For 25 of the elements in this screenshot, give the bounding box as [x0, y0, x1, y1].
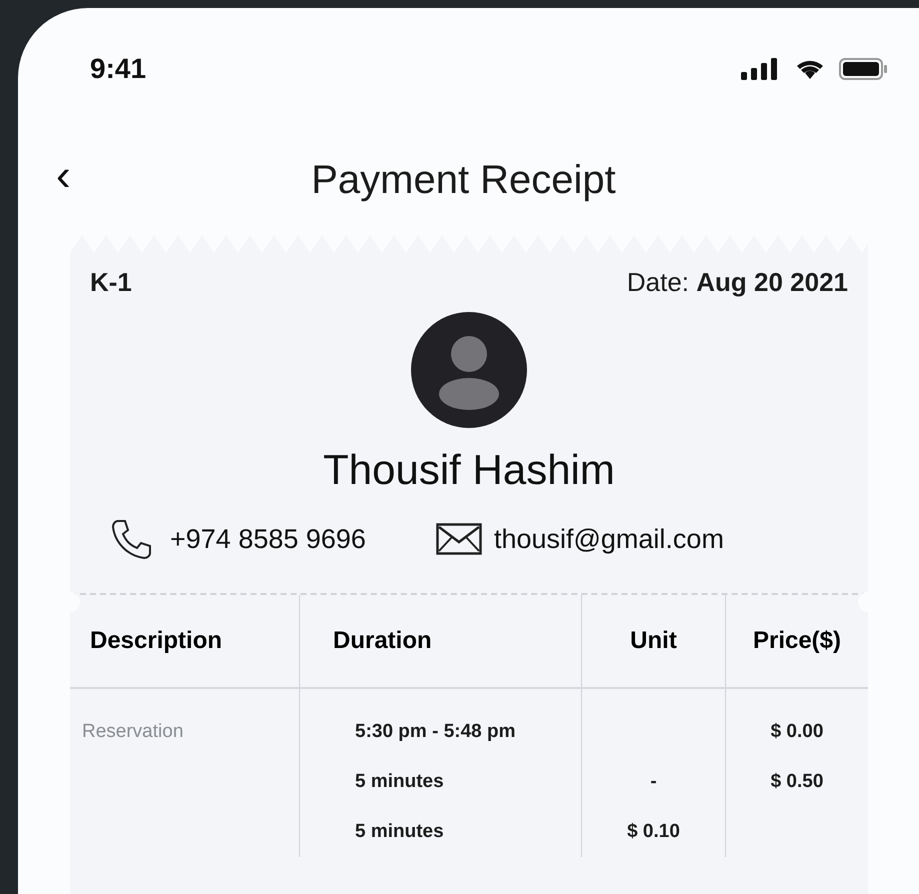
battery-icon	[839, 58, 889, 80]
status-time: 9:41	[90, 52, 146, 86]
page-title: Payment Receipt	[311, 157, 616, 204]
table-cell-text: $ 0.50	[770, 770, 824, 794]
phone-number: +974 8585 9696	[170, 522, 366, 556]
wifi-icon	[795, 58, 825, 80]
column-header: Unit	[630, 626, 677, 656]
phone-icon	[110, 517, 154, 561]
back-button[interactable]: ‹	[56, 152, 71, 200]
table-cell-text: 5 minutes	[355, 770, 444, 794]
table-cell-text: 5 minutes	[355, 820, 444, 844]
table-cell-text: $ 0.10	[627, 820, 680, 844]
receipt-date: Date: Aug 20 2021	[626, 266, 848, 299]
table-cell-text: -	[650, 770, 657, 794]
table-cell-text: Reservation	[82, 720, 184, 744]
customer-name: Thousif Hashim	[323, 446, 615, 493]
table-cell-text: 5:30 pm - 5:48 pm	[355, 720, 516, 744]
avatar-icon	[411, 312, 527, 428]
column-header: Description	[90, 626, 222, 656]
column-header: Price($)	[752, 626, 842, 656]
receipt-number: K-1	[90, 266, 132, 299]
column-header: Duration	[333, 626, 432, 656]
table-cell-text: $ 0.00	[770, 720, 824, 744]
envelope-icon	[436, 523, 482, 555]
email-address: thousif@gmail.com	[494, 522, 724, 556]
